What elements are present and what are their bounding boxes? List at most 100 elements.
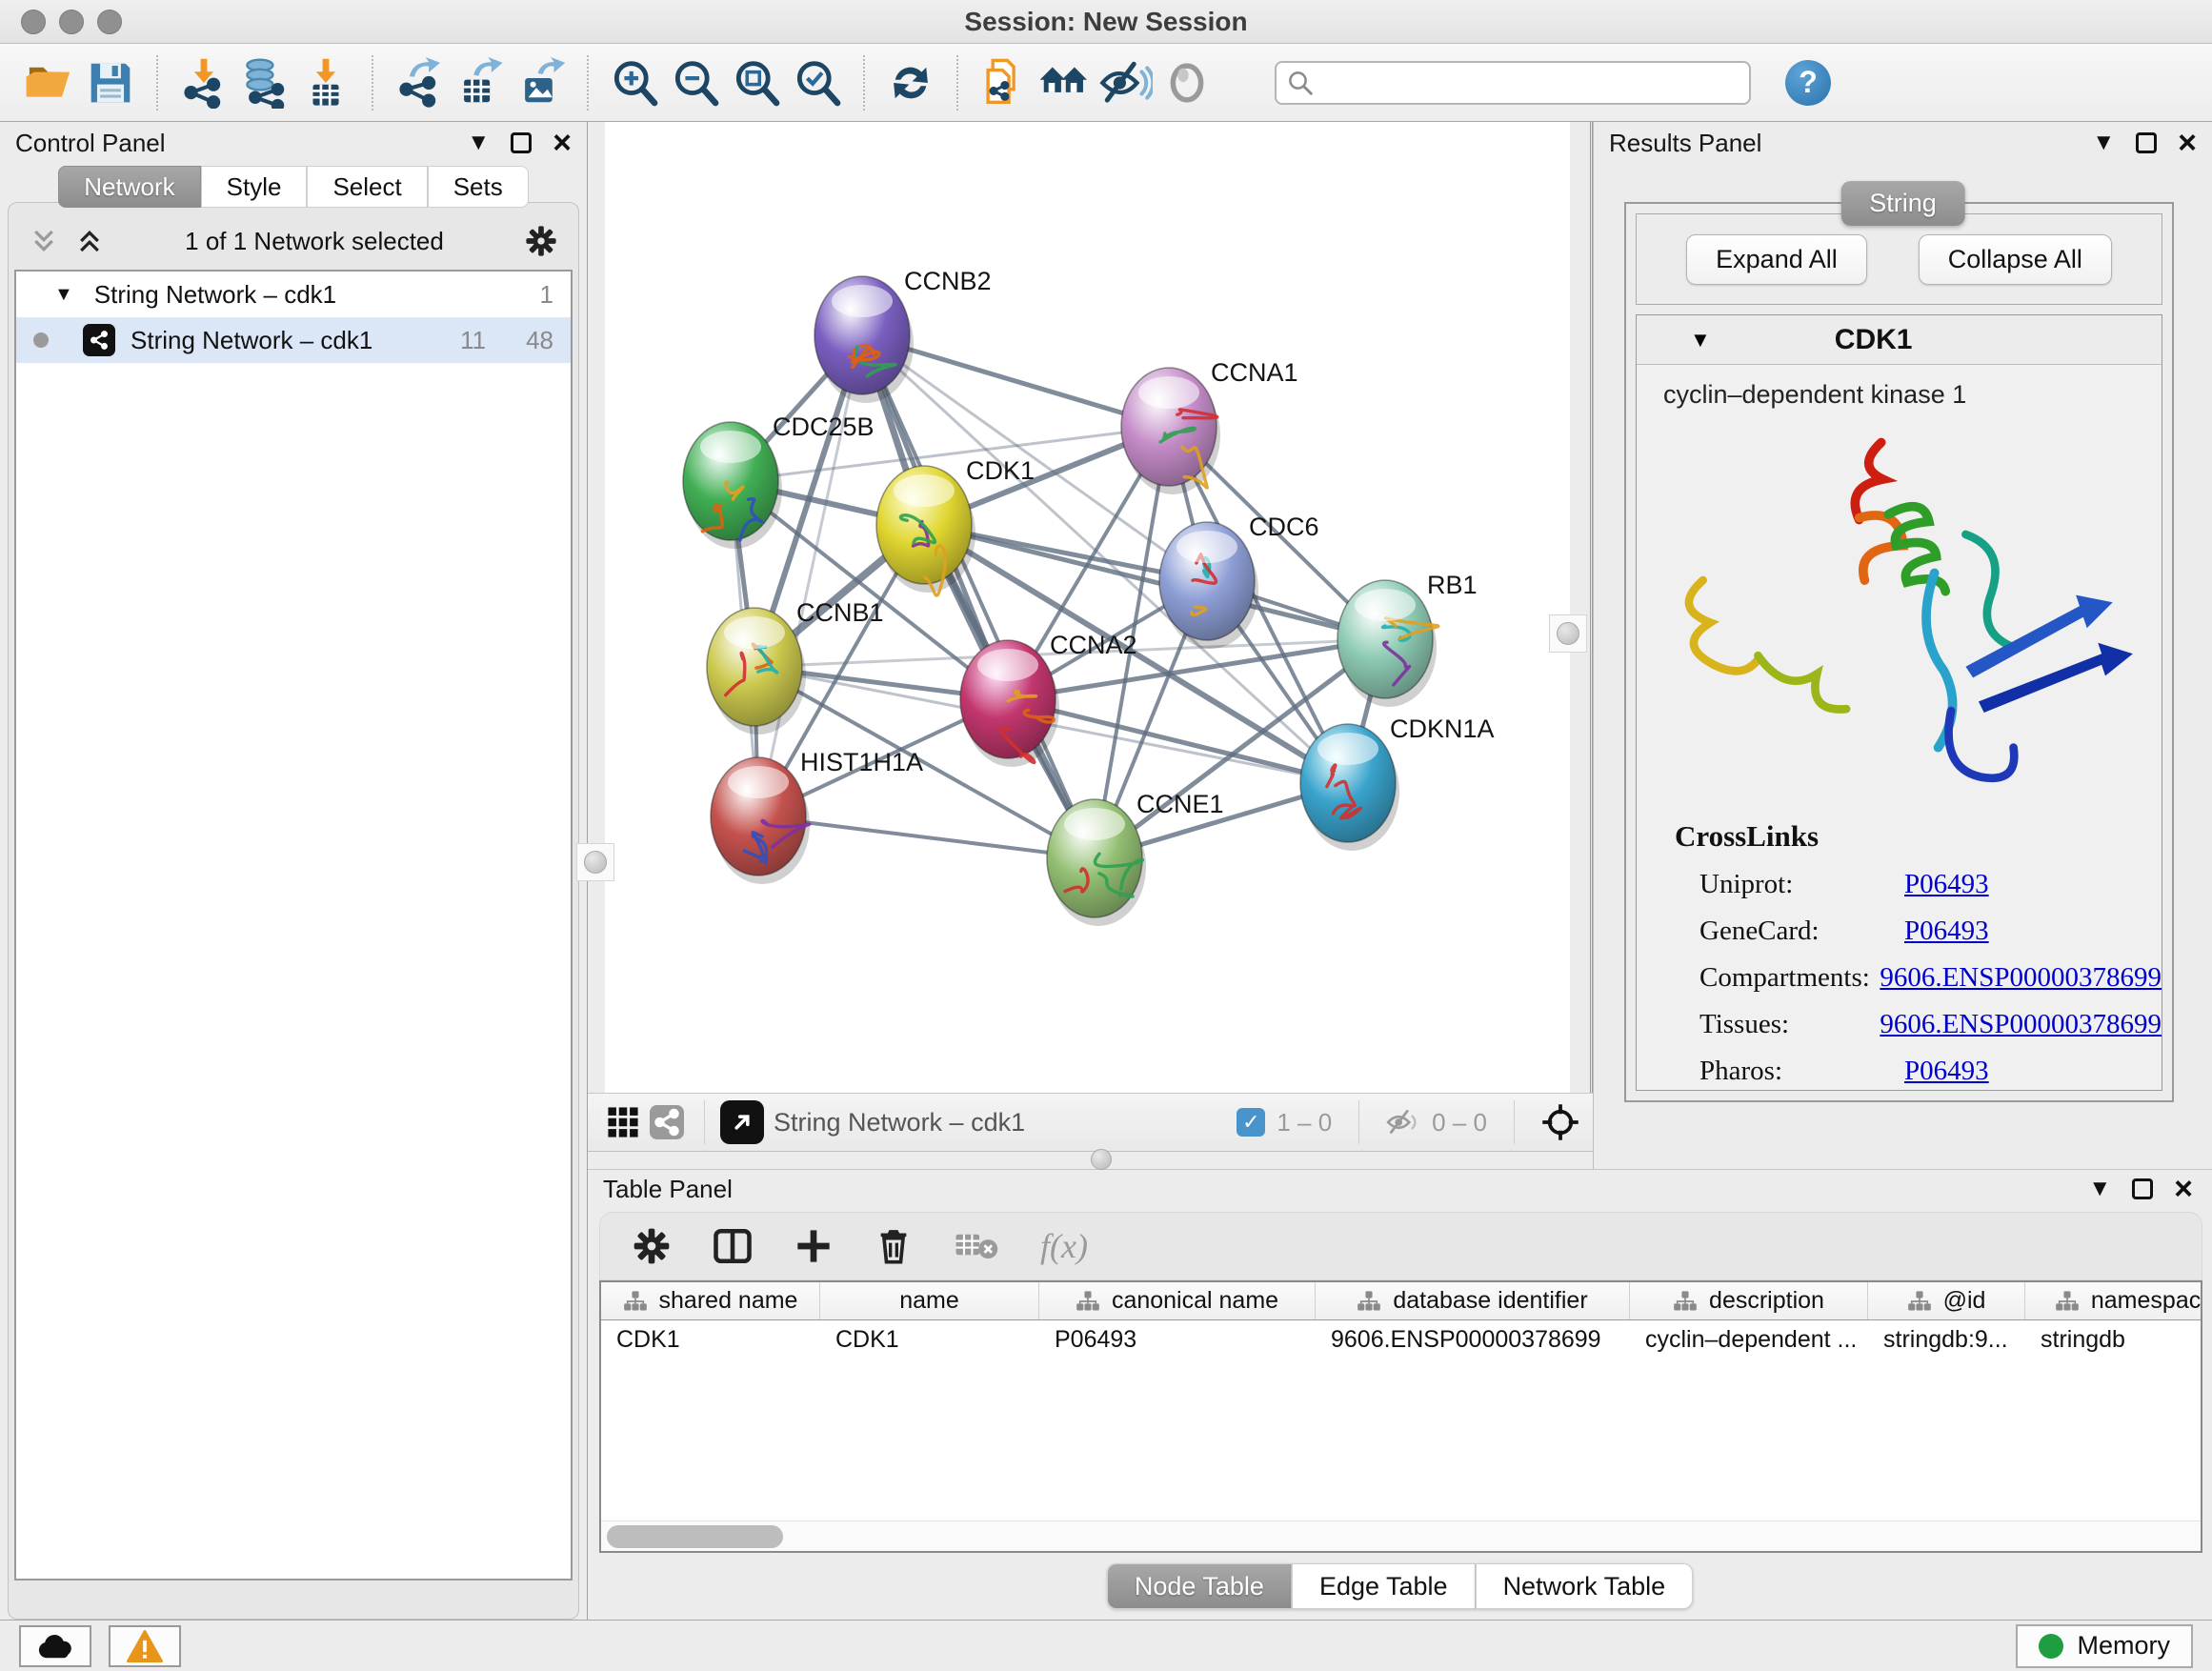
node-CCNB1[interactable]: CCNB1 — [707, 598, 884, 735]
tab-network[interactable]: Network — [58, 166, 200, 208]
maximize-panel-icon[interactable] — [2132, 1178, 2153, 1199]
function-builder-icon[interactable]: f(x) — [1040, 1226, 1088, 1266]
close-panel-icon[interactable]: × — [2178, 127, 2197, 159]
column-header-name[interactable]: name — [820, 1282, 1039, 1319]
table-cell[interactable]: P06493 — [1039, 1320, 1316, 1359]
refresh-layout-button[interactable] — [880, 52, 941, 113]
export-image-button[interactable] — [511, 52, 572, 113]
detach-view-button[interactable] — [720, 1100, 764, 1144]
horizontal-splitter-handle[interactable] — [1091, 1149, 1112, 1170]
network-options-gear-icon[interactable] — [525, 225, 557, 257]
help-button[interactable]: ? — [1785, 60, 1831, 106]
node-CCNA1[interactable]: CCNA1 — [1121, 358, 1298, 494]
node-CCNE1[interactable]: CCNE1 — [1047, 790, 1224, 926]
node-CDKN1A[interactable]: CDKN1A — [1300, 715, 1495, 851]
entry-header[interactable]: ▼ CDK1 — [1637, 315, 2162, 365]
node-RB1[interactable]: RB1 — [1337, 571, 1478, 707]
network-graph[interactable]: CCNB2CCNA1CDC25BCDK1CDC6RB1CCNB1CCNA2CDK… — [605, 122, 1570, 1093]
add-column-icon[interactable] — [794, 1227, 833, 1265]
network-mode-button[interactable] — [645, 1100, 689, 1144]
cloud-status-button[interactable] — [19, 1625, 91, 1667]
right-splitter-handle[interactable] — [1549, 614, 1587, 653]
maximize-panel-icon[interactable] — [2136, 132, 2157, 153]
float-panel-icon[interactable]: ▼ — [2088, 1178, 2111, 1200]
selected-indicator-checkbox[interactable]: ✓ — [1237, 1108, 1265, 1137]
table-cell[interactable]: stringdb:9... — [1868, 1320, 2025, 1359]
column-header-shared-name[interactable]: shared name — [601, 1282, 820, 1319]
tab-network-table[interactable]: Network Table — [1476, 1563, 1694, 1609]
minimize-window-button[interactable] — [59, 10, 84, 34]
network-collection-row[interactable]: ▼ String Network – cdk1 1 — [16, 272, 571, 317]
import-table-button[interactable] — [295, 52, 356, 113]
save-session-button[interactable] — [80, 52, 141, 113]
warnings-button[interactable] — [109, 1625, 181, 1667]
collapse-all-button[interactable]: Collapse All — [1919, 234, 2112, 285]
crosslink-link[interactable]: P06493 — [1904, 1056, 1989, 1087]
column-header--id[interactable]: @id — [1868, 1282, 2025, 1319]
column-header-canonical-name[interactable]: canonical name — [1039, 1282, 1316, 1319]
table-cell[interactable]: CDK1 — [820, 1320, 1039, 1359]
float-panel-icon[interactable]: ▼ — [2092, 131, 2115, 154]
table-row[interactable]: CDK1CDK1P064939606.ENSP00000378699cyclin… — [601, 1320, 2201, 1359]
tab-edge-table[interactable]: Edge Table — [1292, 1563, 1476, 1609]
birdseye-crosshair-icon[interactable] — [1541, 1103, 1579, 1141]
collapse-all-icon[interactable] — [30, 227, 58, 255]
expand-all-icon[interactable] — [75, 227, 104, 255]
clone-network-button[interactable] — [974, 52, 1035, 113]
close-window-button[interactable] — [21, 10, 46, 34]
crosslink-link[interactable]: P06493 — [1904, 869, 1989, 900]
node-CCNA2[interactable]: CCNA2 — [960, 631, 1137, 767]
right-splitter[interactable] — [1570, 122, 1593, 1093]
zoom-selected-button[interactable] — [787, 52, 848, 113]
first-neighbors-button[interactable] — [1035, 52, 1096, 113]
tab-sets[interactable]: Sets — [428, 166, 529, 208]
node-HIST1H1A[interactable]: HIST1H1A — [711, 748, 923, 884]
close-panel-icon[interactable]: × — [553, 127, 572, 159]
node-CDC6[interactable]: CDC6 — [1159, 513, 1319, 649]
tab-string[interactable]: String — [1840, 181, 1965, 226]
export-network-button[interactable] — [389, 52, 450, 113]
network-canvas[interactable]: CCNB2CCNA1CDC25BCDK1CDC6RB1CCNB1CCNA2CDK… — [605, 122, 1570, 1093]
table-cell[interactable]: 9606.ENSP00000378699 — [1316, 1320, 1630, 1359]
horizontal-splitter[interactable] — [588, 1152, 1593, 1169]
search-field[interactable] — [1275, 61, 1751, 105]
entry-expander-icon[interactable]: ▼ — [1690, 328, 1711, 352]
delete-table-icon[interactable] — [955, 1229, 998, 1263]
show-columns-icon[interactable] — [713, 1226, 753, 1266]
scrollbar-thumb[interactable] — [607, 1525, 783, 1548]
node-CDC25B[interactable]: CDC25B — [683, 413, 875, 549]
hide-selected-button[interactable] — [1096, 52, 1156, 113]
memory-button[interactable]: Memory — [2016, 1624, 2193, 1668]
float-panel-icon[interactable]: ▼ — [467, 131, 490, 154]
export-table-button[interactable] — [450, 52, 511, 113]
search-input[interactable] — [1315, 64, 1739, 102]
column-header-database-identifier[interactable]: database identifier — [1316, 1282, 1630, 1319]
table-cell[interactable]: cyclin–dependent ... — [1630, 1320, 1868, 1359]
open-session-button[interactable] — [19, 52, 80, 113]
tab-select[interactable]: Select — [307, 166, 427, 208]
column-header-description[interactable]: description — [1630, 1282, 1868, 1319]
column-header-namespace[interactable]: namespace — [2025, 1282, 2201, 1319]
table-cell[interactable]: stringdb — [2025, 1320, 2201, 1359]
show-hidden-button[interactable] — [1156, 52, 1217, 113]
maximize-panel-icon[interactable] — [511, 132, 532, 153]
collection-expander-icon[interactable]: ▼ — [54, 284, 73, 306]
import-network-database-button[interactable] — [234, 52, 295, 113]
close-panel-icon[interactable]: × — [2174, 1173, 2193, 1205]
node-CCNB2[interactable]: CCNB2 — [814, 267, 992, 403]
zoom-out-button[interactable] — [665, 52, 726, 113]
left-splitter[interactable] — [588, 122, 605, 1093]
import-network-file-button[interactable] — [173, 52, 234, 113]
tab-node-table[interactable]: Node Table — [1107, 1563, 1292, 1609]
grid-mode-button[interactable] — [601, 1100, 645, 1144]
tab-style[interactable]: Style — [201, 166, 308, 208]
zoom-fit-button[interactable] — [726, 52, 787, 113]
crosslink-link[interactable]: 9606.ENSP00000378699 — [1880, 962, 2162, 994]
zoom-in-button[interactable] — [604, 52, 665, 113]
table-cell[interactable]: CDK1 — [601, 1320, 820, 1359]
delete-column-icon[interactable] — [875, 1227, 913, 1265]
table-options-gear-icon[interactable] — [633, 1227, 671, 1265]
maximize-window-button[interactable] — [97, 10, 122, 34]
expand-all-button[interactable]: Expand All — [1686, 234, 1867, 285]
crosslink-link[interactable]: 9606.ENSP00000378699 — [1880, 1009, 2162, 1040]
